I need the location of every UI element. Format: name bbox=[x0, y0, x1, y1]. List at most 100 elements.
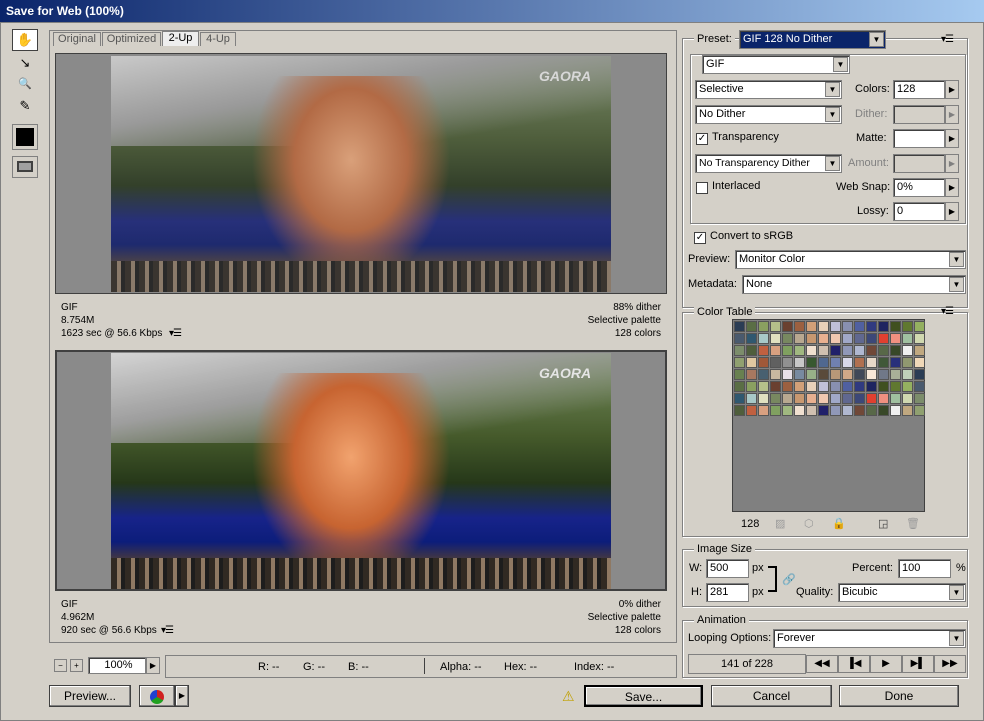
color-swatch[interactable] bbox=[746, 345, 757, 356]
chain-link-icon[interactable]: 🔗 bbox=[782, 573, 796, 586]
hand-tool-button[interactable]: ✋ bbox=[12, 29, 38, 51]
color-swatch[interactable] bbox=[878, 381, 889, 392]
percent-input[interactable]: 100 bbox=[898, 559, 951, 578]
color-swatch[interactable] bbox=[878, 333, 889, 344]
matte-input[interactable] bbox=[893, 129, 945, 148]
color-swatch[interactable] bbox=[878, 393, 889, 404]
color-swatch[interactable] bbox=[890, 369, 901, 380]
color-swatch[interactable] bbox=[746, 393, 757, 404]
color-swatch[interactable] bbox=[818, 357, 829, 368]
eyedropper-color-swatch[interactable] bbox=[12, 124, 38, 150]
color-swatch[interactable] bbox=[890, 381, 901, 392]
color-swatch[interactable] bbox=[806, 321, 817, 332]
zoom-level-input[interactable]: 100% bbox=[88, 657, 146, 674]
color-swatch[interactable] bbox=[746, 321, 757, 332]
optimize-menu-icon[interactable]: ▾☰ bbox=[941, 34, 954, 45]
color-swatch[interactable] bbox=[914, 393, 925, 404]
color-table-grid[interactable] bbox=[732, 319, 925, 512]
map-to-transparent-icon[interactable]: ▨ bbox=[775, 517, 785, 530]
zoom-out-button[interactable]: − bbox=[54, 659, 67, 672]
color-swatch[interactable] bbox=[746, 405, 757, 416]
transparency-checkbox[interactable]: ✓ bbox=[696, 133, 708, 145]
color-swatch[interactable] bbox=[734, 333, 745, 344]
color-swatch[interactable] bbox=[914, 405, 925, 416]
colors-menu-button[interactable]: ▶ bbox=[945, 80, 959, 99]
tab-optimized[interactable]: Optimized bbox=[102, 32, 161, 46]
colors-input[interactable]: 128 bbox=[893, 80, 945, 99]
preview-color-select[interactable]: Monitor Color ▼ bbox=[735, 250, 966, 269]
color-swatch[interactable] bbox=[890, 345, 901, 356]
color-swatch[interactable] bbox=[830, 381, 841, 392]
amount-input[interactable] bbox=[893, 154, 945, 173]
color-swatch[interactable] bbox=[818, 321, 829, 332]
color-swatch[interactable] bbox=[734, 393, 745, 404]
color-swatch[interactable] bbox=[794, 333, 805, 344]
color-swatch[interactable] bbox=[914, 333, 925, 344]
color-swatch[interactable] bbox=[818, 381, 829, 392]
color-swatch[interactable] bbox=[806, 381, 817, 392]
color-swatch[interactable] bbox=[770, 381, 781, 392]
color-swatch[interactable] bbox=[782, 333, 793, 344]
previous-frame-button[interactable]: ▐◀ bbox=[838, 655, 870, 673]
color-swatch[interactable] bbox=[902, 333, 913, 344]
color-swatch[interactable] bbox=[854, 393, 865, 404]
color-swatch[interactable] bbox=[866, 381, 877, 392]
color-swatch[interactable] bbox=[842, 333, 853, 344]
slice-select-tool-button[interactable]: ↘ bbox=[12, 52, 38, 74]
web-snap-menu-button[interactable]: ▶ bbox=[945, 178, 959, 197]
color-swatch[interactable] bbox=[806, 405, 817, 416]
play-button[interactable]: ▶ bbox=[870, 655, 902, 673]
dither-input[interactable] bbox=[893, 105, 945, 124]
color-swatch[interactable] bbox=[770, 357, 781, 368]
color-swatch[interactable] bbox=[758, 381, 769, 392]
color-swatch[interactable] bbox=[890, 321, 901, 332]
first-frame-button[interactable]: ◀◀ bbox=[806, 655, 838, 673]
color-swatch[interactable] bbox=[794, 393, 805, 404]
color-swatch[interactable] bbox=[770, 393, 781, 404]
color-swatch[interactable] bbox=[758, 393, 769, 404]
done-button[interactable]: Done bbox=[839, 685, 959, 707]
cancel-button[interactable]: Cancel bbox=[711, 685, 832, 707]
color-swatch[interactable] bbox=[866, 393, 877, 404]
color-swatch[interactable] bbox=[914, 345, 925, 356]
lossy-menu-button[interactable]: ▶ bbox=[945, 202, 959, 221]
save-button[interactable]: Save... bbox=[584, 685, 703, 707]
color-swatch[interactable] bbox=[878, 357, 889, 368]
color-swatch[interactable] bbox=[854, 357, 865, 368]
color-swatch[interactable] bbox=[842, 369, 853, 380]
color-swatch[interactable] bbox=[842, 393, 853, 404]
metadata-select[interactable]: None ▼ bbox=[742, 275, 966, 294]
amount-menu-button[interactable]: ▶ bbox=[945, 154, 959, 173]
color-swatch[interactable] bbox=[842, 405, 853, 416]
color-table-menu-icon[interactable]: ▾☰ bbox=[941, 306, 954, 317]
color-swatch[interactable] bbox=[902, 393, 913, 404]
color-swatch[interactable] bbox=[830, 357, 841, 368]
color-swatch[interactable] bbox=[854, 369, 865, 380]
color-swatch[interactable] bbox=[902, 345, 913, 356]
color-swatch[interactable] bbox=[758, 405, 769, 416]
color-swatch[interactable] bbox=[854, 381, 865, 392]
matte-menu-button[interactable]: ▶ bbox=[945, 129, 959, 148]
next-frame-button[interactable]: ▶▌ bbox=[902, 655, 934, 673]
color-swatch[interactable] bbox=[890, 357, 901, 368]
download-rate-menu-icon[interactable]: ▾☰ bbox=[161, 625, 174, 637]
color-swatch[interactable] bbox=[746, 333, 757, 344]
color-swatch[interactable] bbox=[830, 333, 841, 344]
color-swatch[interactable] bbox=[878, 405, 889, 416]
color-swatch[interactable] bbox=[806, 333, 817, 344]
tab-original[interactable]: Original bbox=[53, 32, 101, 46]
color-swatch[interactable] bbox=[806, 393, 817, 404]
color-swatch[interactable] bbox=[878, 345, 889, 356]
color-swatch[interactable] bbox=[806, 369, 817, 380]
color-swatch[interactable] bbox=[902, 405, 913, 416]
color-swatch[interactable] bbox=[842, 345, 853, 356]
color-swatch[interactable] bbox=[830, 321, 841, 332]
color-swatch[interactable] bbox=[746, 357, 757, 368]
color-swatch[interactable] bbox=[914, 357, 925, 368]
color-swatch[interactable] bbox=[914, 381, 925, 392]
color-swatch[interactable] bbox=[758, 357, 769, 368]
color-swatch[interactable] bbox=[758, 333, 769, 344]
color-swatch[interactable] bbox=[734, 345, 745, 356]
zoom-tool-button[interactable]: 🔍 bbox=[12, 73, 38, 95]
color-swatch[interactable] bbox=[890, 405, 901, 416]
